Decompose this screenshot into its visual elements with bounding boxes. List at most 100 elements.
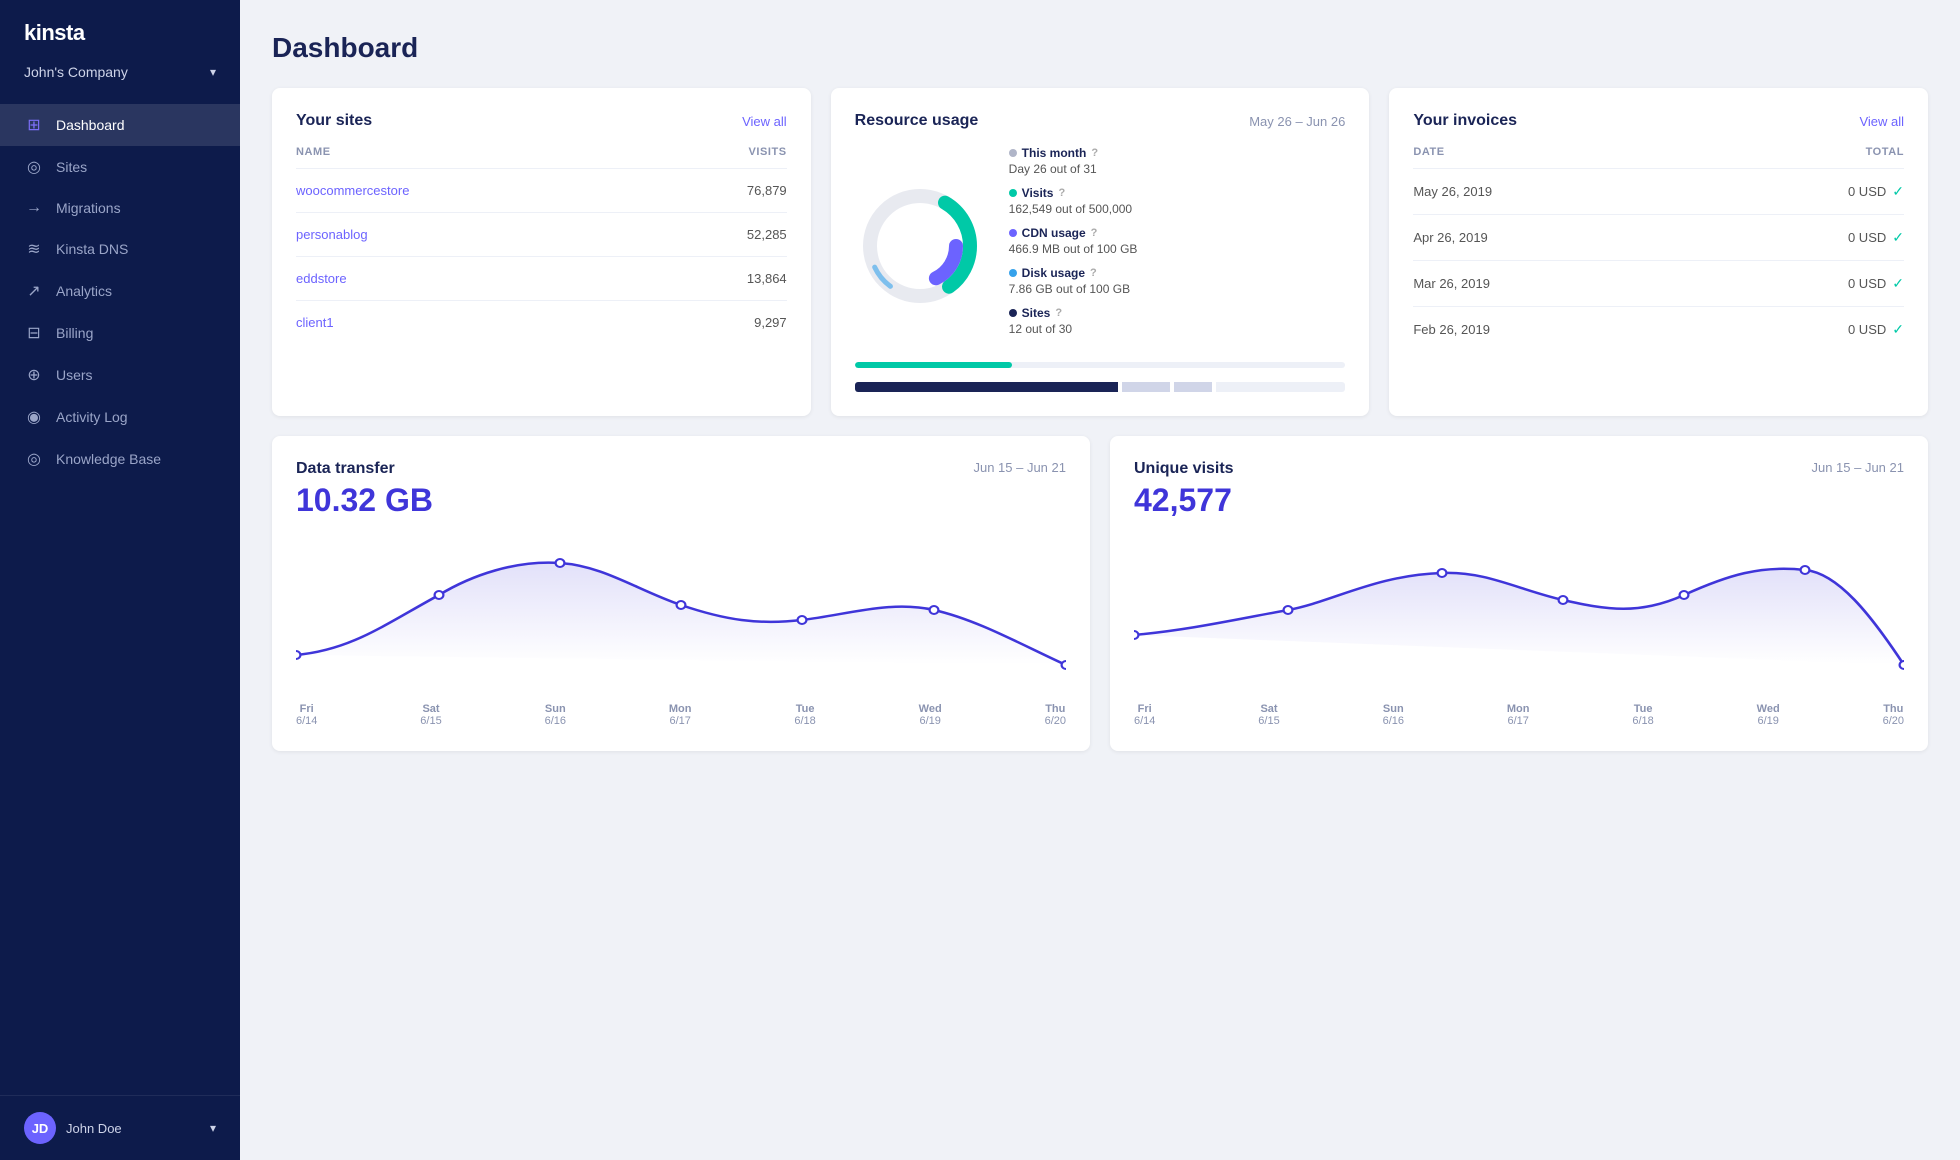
logo: kinsta [0,0,240,56]
unique-visits-value: 42,577 [1134,482,1904,519]
stat-sites: Sites ? 12 out of 30 [1009,306,1346,336]
analytics-icon: ↗ [24,281,44,301]
this-month-help-icon[interactable]: ? [1091,147,1098,159]
invoice-date: Apr 26, 2019 [1413,230,1487,245]
sidebar-item-kinsta-dns[interactable]: ≋ Kinsta DNS [0,228,240,270]
invoice-row: Mar 26, 2019 0 USD ✓ [1413,261,1904,307]
cdn-label: CDN usage ? [1009,226,1346,240]
table-row: eddstore 13,864 [296,257,787,301]
uv-x-label-0: Fri6/14 [1134,703,1155,727]
avatar: JD [24,1112,56,1144]
dashboard-icon: ⊞ [24,115,44,135]
billing-icon: ⊟ [24,323,44,343]
resource-stats: This month ? Day 26 out of 31 Visits ? 1… [1009,146,1346,346]
unique-visits-card: Unique visits Jun 15 – Jun 21 42,577 [1110,436,1928,751]
uv-x-label-2: Sun6/16 [1383,703,1404,727]
bottom-cards-grid: Data transfer Jun 15 – Jun 21 10.32 GB [272,436,1928,751]
sidebar-label-dashboard: Dashboard [56,117,125,133]
sites-card-header: Your sites View all [296,112,787,130]
users-icon: ⊕ [24,365,44,385]
sites-icon: ◎ [24,157,44,177]
progress-section [855,362,1346,392]
site-visits: 13,864 [659,257,786,301]
site-link[interactable]: woocommercestore [296,183,409,198]
site-link[interactable]: personablog [296,227,368,242]
unique-visits-header: Unique visits Jun 15 – Jun 21 [1134,460,1904,478]
sidebar-item-sites[interactable]: ◎ Sites [0,146,240,188]
invoices-card-header: Your invoices View all [1413,112,1904,130]
donut-chart [855,181,985,311]
invoice-amount: 0 USD ✓ [1848,321,1904,338]
x-label-5: Wed6/19 [919,703,942,727]
sidebar-item-analytics[interactable]: ↗ Analytics [0,270,240,312]
visits-progress [855,362,1346,368]
stat-disk: Disk usage ? 7.86 GB out of 100 GB [1009,266,1346,296]
sidebar-item-knowledge-base[interactable]: ◎ Knowledge Base [0,438,240,480]
sidebar-item-users[interactable]: ⊕ Users [0,354,240,396]
user-name: John Doe [66,1121,122,1136]
invoice-date: May 26, 2019 [1413,184,1492,199]
table-row: personablog 52,285 [296,213,787,257]
invoice-row: Feb 26, 2019 0 USD ✓ [1413,307,1904,352]
sidebar-item-dashboard[interactable]: ⊞ Dashboard [0,104,240,146]
data-transfer-header: Data transfer Jun 15 – Jun 21 [296,460,1066,478]
company-name: John's Company [24,64,128,80]
activity-log-icon: ◉ [24,407,44,427]
invoice-amount: 0 USD ✓ [1848,275,1904,292]
sites-stat-value: 12 out of 30 [1009,322,1346,336]
x-label-4: Tue6/18 [794,703,815,727]
user-info[interactable]: JD John Doe [24,1112,122,1144]
visits-help-icon[interactable]: ? [1058,187,1065,199]
uv-x-label-3: Mon6/17 [1507,703,1530,727]
check-icon: ✓ [1892,321,1904,338]
x-label-1: Sat6/15 [420,703,441,727]
invoices-col-total: TOTAL [1866,146,1904,158]
visits-value: 162,549 out of 500,000 [1009,202,1346,216]
site-visits: 76,879 [659,169,786,213]
cdn-value: 466.9 MB out of 100 GB [1009,242,1346,256]
company-selector[interactable]: John's Company ▾ [0,56,240,96]
invoice-row: May 26, 2019 0 USD ✓ [1413,169,1904,215]
main-content: Dashboard Your sites View all NAME VISIT… [240,0,1960,1160]
disk-help-icon[interactable]: ? [1090,267,1097,279]
sidebar-label-analytics: Analytics [56,283,112,299]
invoices-view-all-link[interactable]: View all [1859,114,1904,129]
site-visits: 52,285 [659,213,786,257]
sidebar-item-activity-log[interactable]: ◉ Activity Log [0,396,240,438]
invoices-col-date: DATE [1413,146,1444,158]
x-label-0: Fri6/14 [296,703,317,727]
sidebar: kinsta John's Company ▾ ⊞ Dashboard ◎ Si… [0,0,240,1160]
x-label-6: Thu6/20 [1045,703,1066,727]
sites-view-all-link[interactable]: View all [742,114,787,129]
this-month-value: Day 26 out of 31 [1009,162,1346,176]
this-month-dot [1009,149,1017,157]
sites-help-icon[interactable]: ? [1055,307,1062,319]
logo-text: kinsta [24,20,216,46]
sidebar-item-billing[interactable]: ⊟ Billing [0,312,240,354]
cdn-help-icon[interactable]: ? [1091,227,1098,239]
check-icon: ✓ [1892,229,1904,246]
sidebar-label-users: Users [56,367,93,383]
sites-table: NAME VISITS woocommercestore 76,879 pers… [296,146,787,344]
sidebar-label-migrations: Migrations [56,200,121,216]
sidebar-label-sites: Sites [56,159,87,175]
invoice-date: Feb 26, 2019 [1413,322,1490,337]
site-link[interactable]: client1 [296,315,334,330]
uv-x-label-1: Sat6/15 [1258,703,1279,727]
invoice-row: Apr 26, 2019 0 USD ✓ [1413,215,1904,261]
stat-visits: Visits ? 162,549 out of 500,000 [1009,186,1346,216]
site-link[interactable]: eddstore [296,271,347,286]
uv-x-label-6: Thu6/20 [1883,703,1904,727]
disk-value: 7.86 GB out of 100 GB [1009,282,1346,296]
invoices-list: May 26, 2019 0 USD ✓ Apr 26, 2019 0 USD … [1413,169,1904,352]
data-transfer-title: Data transfer [296,460,395,478]
visits-dot [1009,189,1017,197]
stat-cdn: CDN usage ? 466.9 MB out of 100 GB [1009,226,1346,256]
sidebar-item-migrations[interactable]: → Migrations [0,188,240,228]
data-transfer-chart [296,535,1066,695]
chevron-down-icon: ▾ [210,65,216,79]
sidebar-nav: ⊞ Dashboard ◎ Sites → Migrations ≋ Kinst… [0,96,240,1095]
sidebar-label-billing: Billing [56,325,93,341]
data-transfer-card: Data transfer Jun 15 – Jun 21 10.32 GB [272,436,1090,751]
uv-x-label-5: Wed6/19 [1757,703,1780,727]
